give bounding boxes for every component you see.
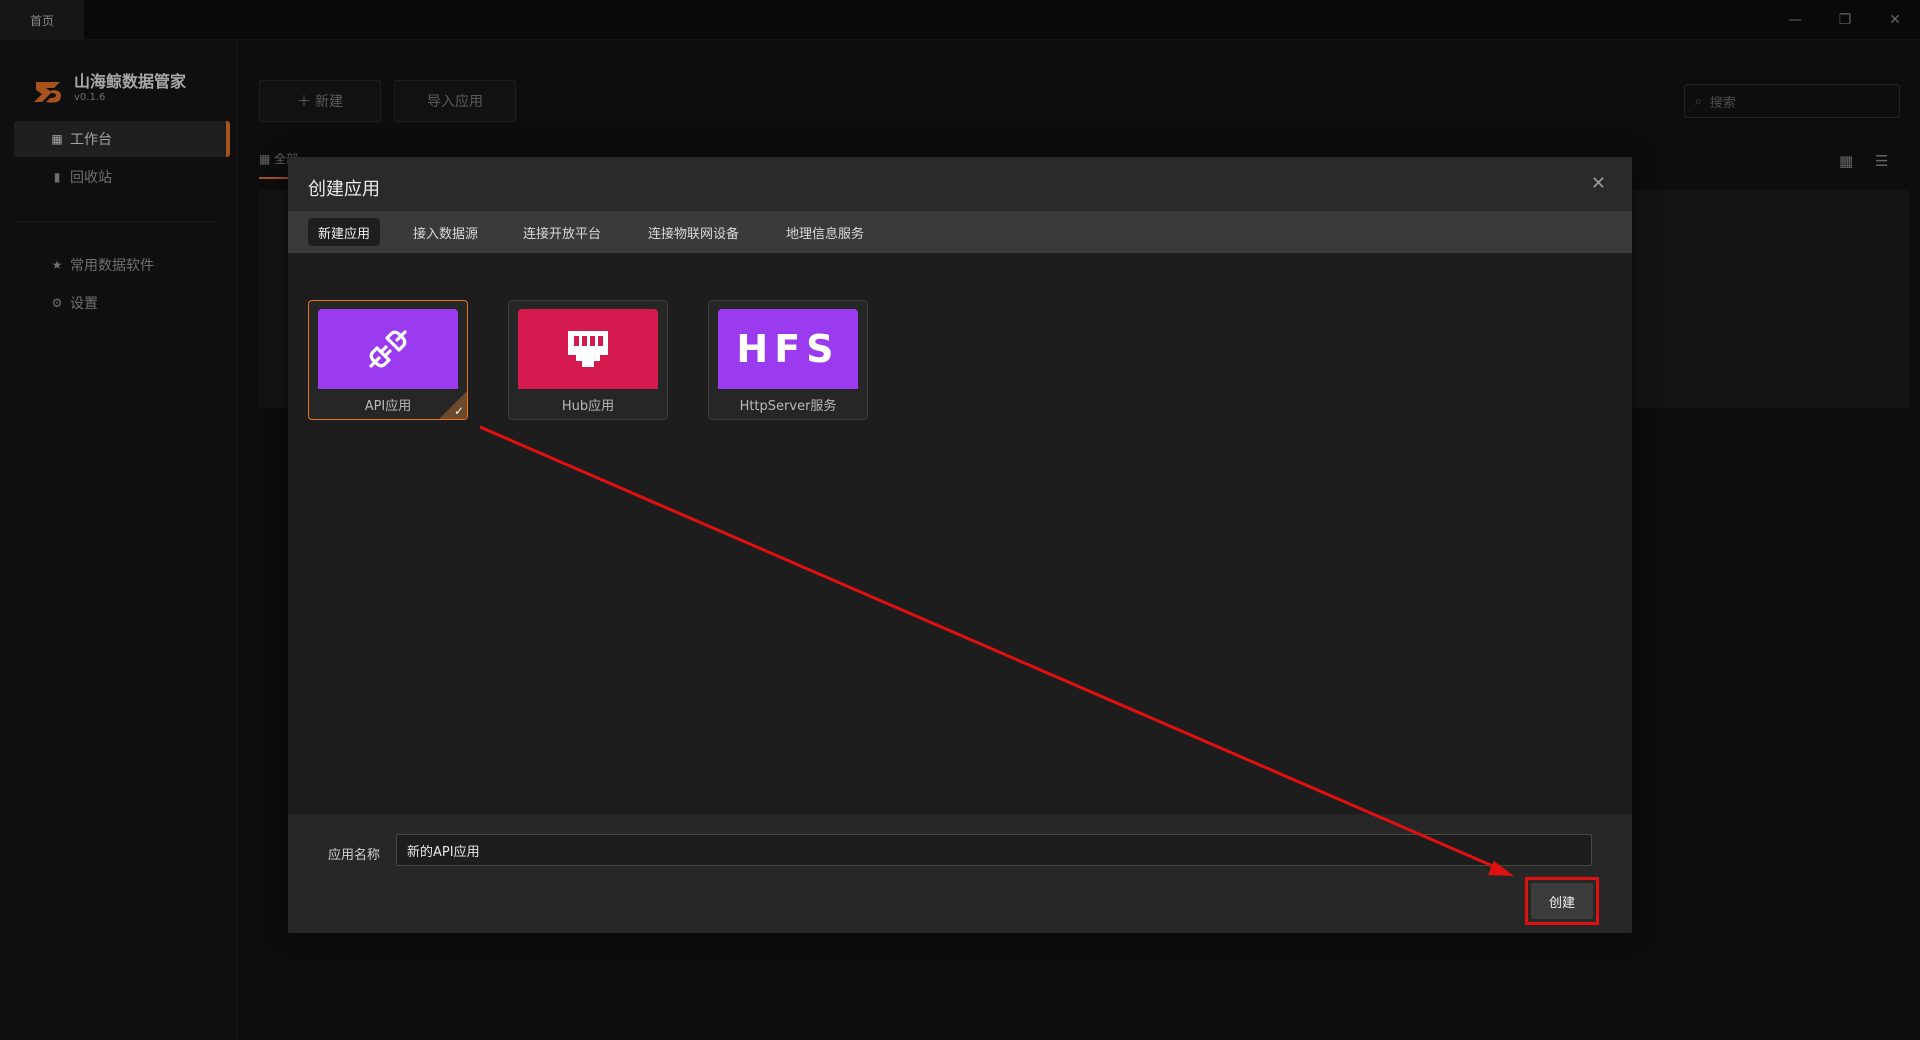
dialog-header: 创建应用 ✕: [288, 157, 1632, 211]
app-name-label: 应用名称: [328, 848, 381, 863]
hub-icon: [568, 331, 608, 367]
plug-icon: [369, 330, 407, 368]
close-icon[interactable]: ✕: [1591, 173, 1606, 194]
create-app-dialog: 创建应用 ✕ 新建应用 接入数据源 连接开放平台 连接物联网设备 地理信息服务 …: [288, 157, 1632, 933]
dialog-tabs: 新建应用 接入数据源 连接开放平台 连接物联网设备 地理信息服务: [288, 211, 1632, 253]
app-name-input[interactable]: [396, 834, 1592, 866]
card-api-app[interactable]: API应用 ✓: [308, 300, 468, 420]
card-label: Hub应用: [561, 399, 615, 414]
hfs-logo-text: HFS: [736, 327, 840, 371]
checkmark-icon: ✓: [453, 404, 464, 418]
tab-data-source[interactable]: 接入数据源: [403, 218, 488, 246]
card-hub-image: [518, 309, 658, 389]
create-button[interactable]: 创建: [1531, 883, 1593, 919]
dialog-footer: 应用名称 创建: [288, 814, 1632, 933]
card-api-image: [318, 309, 458, 389]
tab-iot-device[interactable]: 连接物联网设备: [638, 218, 749, 246]
tab-open-platform[interactable]: 连接开放平台: [513, 218, 611, 246]
card-httpserver[interactable]: HFS HttpServer服务: [708, 300, 868, 420]
tab-geo-service[interactable]: 地理信息服务: [776, 218, 874, 246]
card-label: HttpServer服务: [739, 399, 837, 414]
card-hub-app[interactable]: Hub应用: [508, 300, 668, 420]
tab-new-app[interactable]: 新建应用: [308, 218, 381, 246]
card-hfs-image: HFS: [718, 309, 858, 389]
dialog-title: 创建应用: [308, 179, 380, 200]
